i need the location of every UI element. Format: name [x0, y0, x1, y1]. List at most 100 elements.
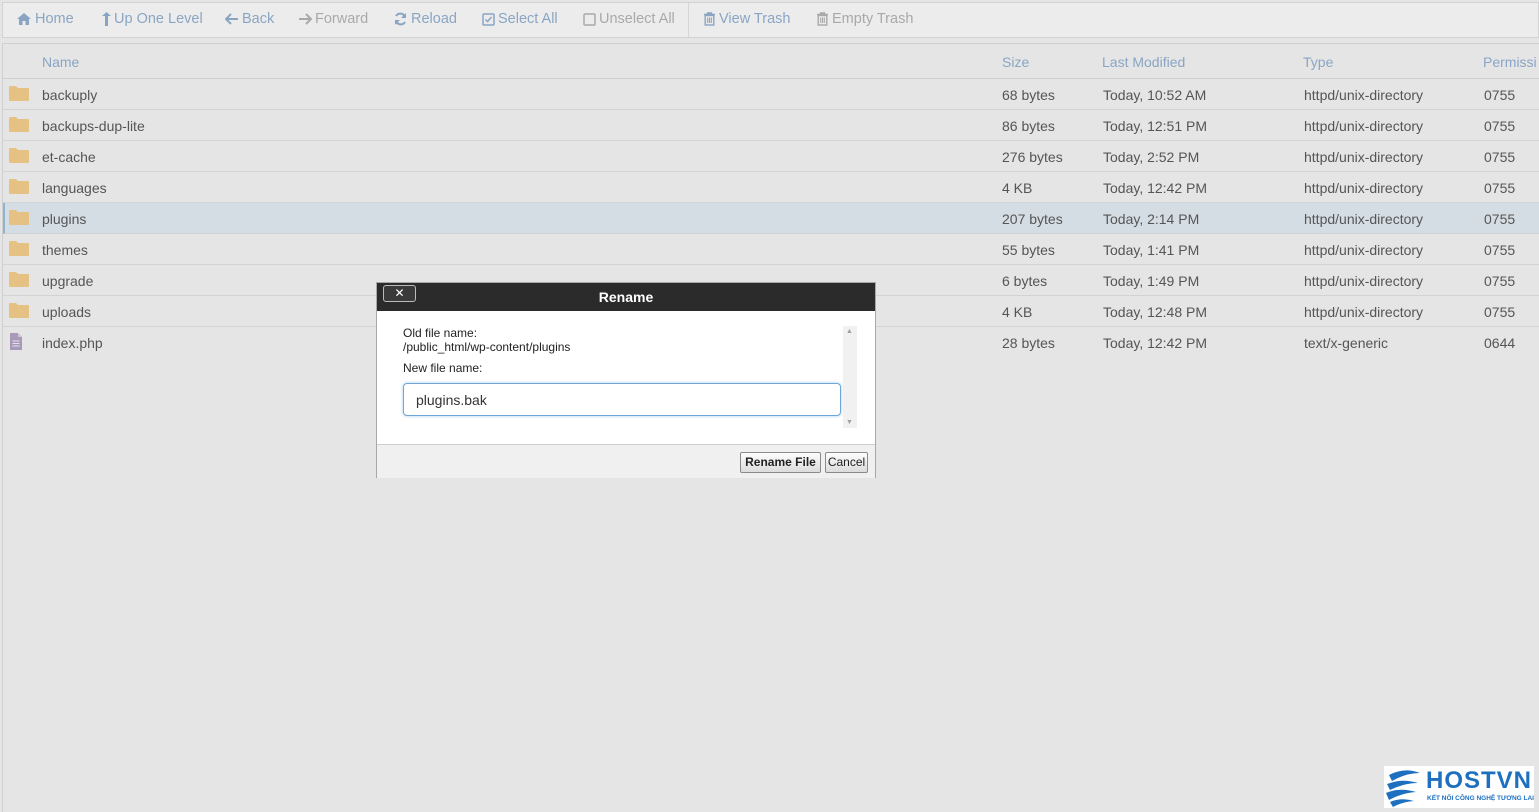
dialog-title: Rename — [598, 289, 654, 305]
back-label: Back — [242, 11, 275, 27]
row-size: 55 bytes — [1002, 242, 1055, 258]
row-name: languages — [42, 180, 107, 196]
checkbox-checked-icon — [482, 12, 495, 26]
row-name: plugins — [42, 211, 87, 227]
row-size: 6 bytes — [1002, 273, 1048, 289]
dialog-header: ✕ Rename — [377, 283, 875, 311]
select-all-label: Select All — [498, 11, 558, 27]
table-row-selected[interactable]: plugins 207 bytes Today, 2:14 PM httpd/u… — [3, 203, 1539, 234]
trash-icon — [817, 12, 828, 26]
empty-trash-button[interactable]: Empty Trash — [816, 11, 913, 27]
row-name: backups-dup-lite — [42, 118, 145, 134]
rename-file-button[interactable]: Rename File — [740, 452, 821, 473]
old-file-path: /public_html/wp-content/plugins — [403, 340, 571, 354]
row-modified: Today, 12:48 PM — [1103, 304, 1208, 320]
row-perms: 0755 — [1484, 180, 1516, 196]
row-modified: Today, 1:41 PM — [1103, 242, 1200, 258]
row-modified: Today, 10:52 AM — [1103, 87, 1207, 103]
file-icon — [10, 333, 22, 350]
logo-tagline: KẾT NỐI CÔNG NGHỆ TƯƠNG LAI — [1427, 795, 1534, 802]
folder-icon — [9, 210, 29, 225]
new-file-name-input[interactable] — [403, 383, 841, 416]
view-trash-label: View Trash — [719, 11, 791, 27]
column-header-permissions[interactable]: Permissi — [1483, 54, 1537, 70]
level-up-icon — [102, 11, 111, 26]
row-size: 276 bytes — [1002, 149, 1063, 165]
scroll-up-icon[interactable]: ▲ — [846, 328, 853, 335]
row-perms: 0755 — [1484, 273, 1516, 289]
row-name: upgrade — [42, 273, 94, 289]
up-one-level-button[interactable]: Up One Level — [100, 11, 203, 27]
row-size: 86 bytes — [1002, 118, 1055, 134]
row-size: 28 bytes — [1002, 335, 1055, 351]
folder-icon — [9, 272, 29, 287]
reload-label: Reload — [411, 11, 457, 27]
dialog-body: Old file name: /public_html/wp-content/p… — [377, 311, 875, 444]
column-header-type[interactable]: Type — [1303, 54, 1333, 70]
dialog-footer: Rename File Cancel — [377, 444, 875, 478]
column-header-size[interactable]: Size — [1002, 54, 1029, 70]
row-type: httpd/unix-directory — [1304, 87, 1424, 103]
home-button[interactable]: Home — [16, 11, 74, 27]
reload-button[interactable]: Reload — [393, 11, 457, 27]
row-type: text/x-generic — [1304, 335, 1389, 351]
table-row[interactable]: themes 55 bytes Today, 1:41 PM httpd/uni… — [3, 234, 1539, 265]
row-modified: Today, 2:52 PM — [1103, 149, 1200, 165]
folder-icon — [9, 179, 29, 194]
row-name: backuply — [42, 87, 98, 103]
row-modified: Today, 12:51 PM — [1103, 118, 1208, 134]
table-row[interactable]: et-cache 276 bytes Today, 2:52 PM httpd/… — [3, 141, 1539, 172]
trash-icon — [704, 12, 715, 26]
row-type: httpd/unix-directory — [1304, 149, 1424, 165]
row-perms: 0755 — [1484, 87, 1516, 103]
select-all-button[interactable]: Select All — [482, 11, 558, 27]
new-file-name-label: New file name: — [403, 361, 483, 375]
unselect-all-label: Unselect All — [599, 11, 675, 27]
forward-button[interactable]: Forward — [298, 11, 368, 27]
row-name: themes — [42, 242, 88, 258]
scroll-down-icon[interactable]: ▼ — [846, 419, 853, 426]
cancel-button[interactable]: Cancel — [825, 452, 868, 473]
row-type: httpd/unix-directory — [1304, 242, 1424, 258]
toolbar: Home Up One Level Back Forward Reload Se… — [2, 2, 1539, 38]
row-perms: 0755 — [1484, 118, 1516, 134]
hostvn-logo: HOSTVN KẾT NỐI CÔNG NGHỆ TƯƠNG LAI — [1384, 766, 1534, 808]
folder-icon — [9, 241, 29, 256]
row-type: httpd/unix-directory — [1304, 273, 1424, 289]
unselect-all-button[interactable]: Unselect All — [583, 11, 675, 27]
row-size: 4 KB — [1002, 180, 1033, 196]
row-modified: Today, 1:49 PM — [1103, 273, 1200, 289]
row-size: 207 bytes — [1002, 211, 1063, 227]
row-name: et-cache — [42, 149, 96, 165]
checkbox-empty-icon — [583, 12, 596, 26]
table-row[interactable]: backups-dup-lite 86 bytes Today, 12:51 P… — [3, 110, 1539, 141]
forward-label: Forward — [315, 11, 369, 27]
row-perms: 0755 — [1484, 211, 1516, 227]
row-perms: 0644 — [1484, 335, 1516, 351]
arrow-left-icon — [225, 13, 238, 25]
row-name: uploads — [42, 304, 92, 320]
row-modified: Today, 2:14 PM — [1103, 211, 1200, 227]
row-type: httpd/unix-directory — [1304, 118, 1424, 134]
toolbar-divider — [688, 3, 689, 37]
dialog-scrollbar[interactable]: ▲ ▼ — [843, 326, 857, 428]
row-name: index.php — [42, 335, 103, 351]
column-header-last-modified[interactable]: Last Modified — [1102, 54, 1185, 70]
column-header-name[interactable]: Name — [42, 54, 79, 70]
back-button[interactable]: Back — [225, 11, 274, 27]
view-trash-button[interactable]: View Trash — [703, 11, 790, 27]
logo-name: HOSTVN — [1426, 767, 1533, 794]
row-modified: Today, 12:42 PM — [1103, 180, 1208, 196]
row-perms: 0755 — [1484, 242, 1516, 258]
row-type: httpd/unix-directory — [1304, 304, 1424, 320]
folder-icon — [9, 117, 29, 132]
up-one-level-label: Up One Level — [114, 11, 203, 27]
row-size: 4 KB — [1002, 304, 1033, 320]
row-perms: 0755 — [1484, 149, 1516, 165]
folder-icon — [9, 148, 29, 163]
row-type: httpd/unix-directory — [1304, 180, 1424, 196]
table-row[interactable]: languages 4 KB Today, 12:42 PM httpd/uni… — [3, 172, 1539, 203]
empty-trash-label: Empty Trash — [832, 11, 914, 27]
folder-icon — [9, 303, 29, 318]
table-row[interactable]: backuply 68 bytes Today, 10:52 AM httpd/… — [3, 79, 1539, 110]
